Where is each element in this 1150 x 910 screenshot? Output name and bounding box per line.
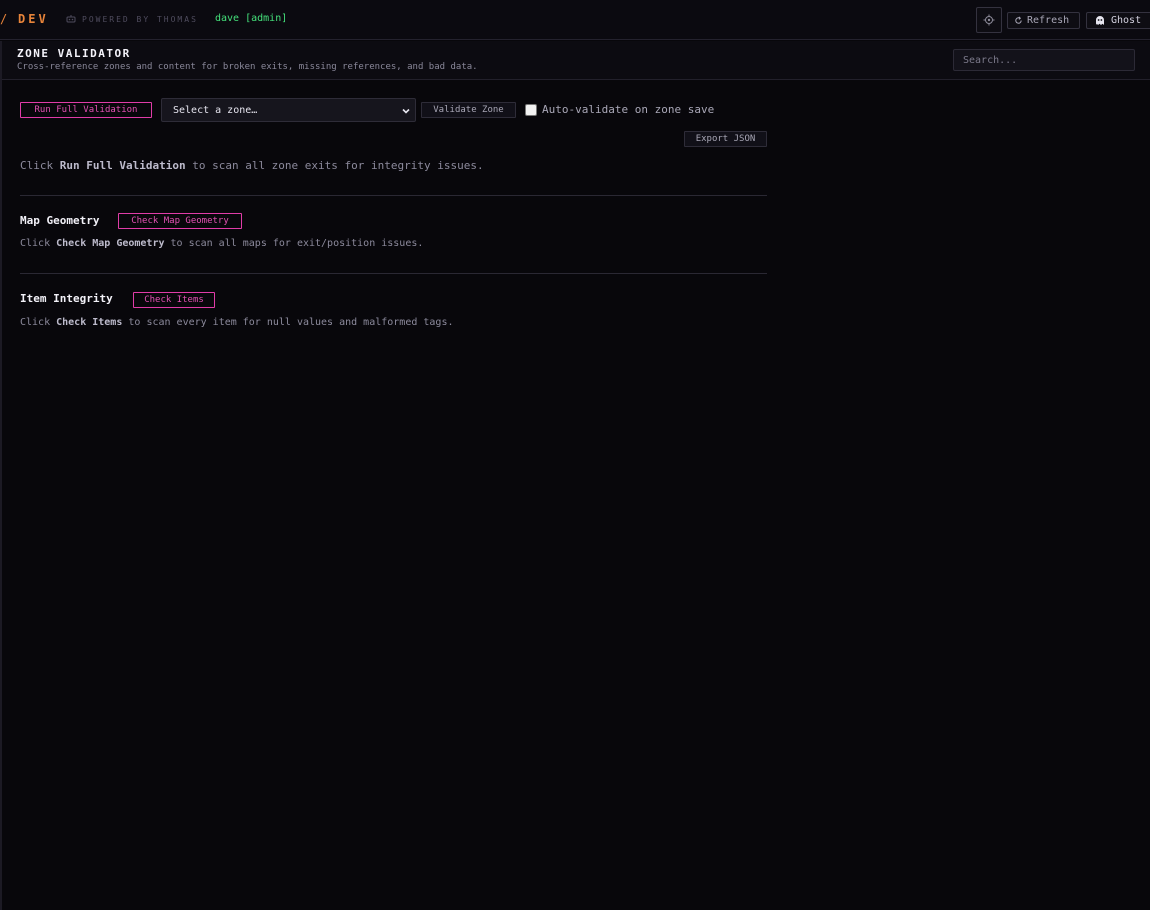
hint-emphasis: Check Items	[56, 317, 123, 328]
refresh-button[interactable]: Refresh	[1007, 12, 1080, 29]
ghost-icon	[1096, 16, 1104, 25]
hint-emphasis: Check Map Geometry	[56, 238, 165, 249]
left-border	[0, 41, 2, 910]
divider	[20, 273, 767, 274]
item-integrity-hint: Click Check Items to scan every item for…	[20, 317, 454, 328]
auto-validate-checkbox[interactable]	[525, 104, 537, 116]
divider	[20, 195, 767, 196]
gear-icon	[983, 14, 995, 26]
auto-validate-label: Auto-validate on zone save	[542, 103, 715, 116]
refresh-icon	[1015, 16, 1022, 24]
ghost-button[interactable]: Ghost	[1086, 12, 1150, 29]
top-bar: / DEV POWERED BY THOMAS dave [admin] Ref…	[0, 0, 1150, 40]
current-user: dave [admin]	[215, 13, 288, 24]
settings-button[interactable]	[976, 7, 1002, 33]
item-integrity-title: Item Integrity	[20, 292, 113, 305]
run-full-validation-button[interactable]: Run Full Validation	[20, 102, 152, 118]
powered-by-text: POWERED BY THOMAS	[82, 14, 198, 24]
check-items-button[interactable]: Check Items	[133, 292, 215, 308]
hint-emphasis: Run Full Validation	[59, 159, 186, 172]
page-title: ZONE VALIDATOR	[17, 47, 131, 60]
ghost-label: Ghost	[1111, 15, 1142, 26]
zone-select[interactable]: Select a zone…	[161, 98, 416, 122]
validate-zone-button[interactable]: Validate Zone	[421, 102, 516, 118]
zone-exits-hint: Click Run Full Validation to scan all zo…	[20, 159, 484, 172]
page-subtitle: Cross-reference zones and content for br…	[17, 62, 478, 72]
map-geometry-hint: Click Check Map Geometry to scan all map…	[20, 238, 424, 249]
map-geometry-title: Map Geometry	[20, 214, 100, 227]
zone-select-value: Select a zone…	[173, 104, 258, 116]
powered-by: POWERED BY THOMAS	[66, 14, 198, 24]
brand-name[interactable]: DEV	[18, 12, 49, 26]
robot-icon	[66, 15, 76, 23]
export-json-button[interactable]: Export JSON	[684, 131, 767, 147]
brand-slash: /	[0, 12, 8, 26]
chevron-down-icon	[402, 108, 410, 114]
refresh-label: Refresh	[1027, 15, 1070, 26]
check-map-geometry-button[interactable]: Check Map Geometry	[118, 213, 242, 229]
search-input[interactable]	[953, 49, 1135, 71]
